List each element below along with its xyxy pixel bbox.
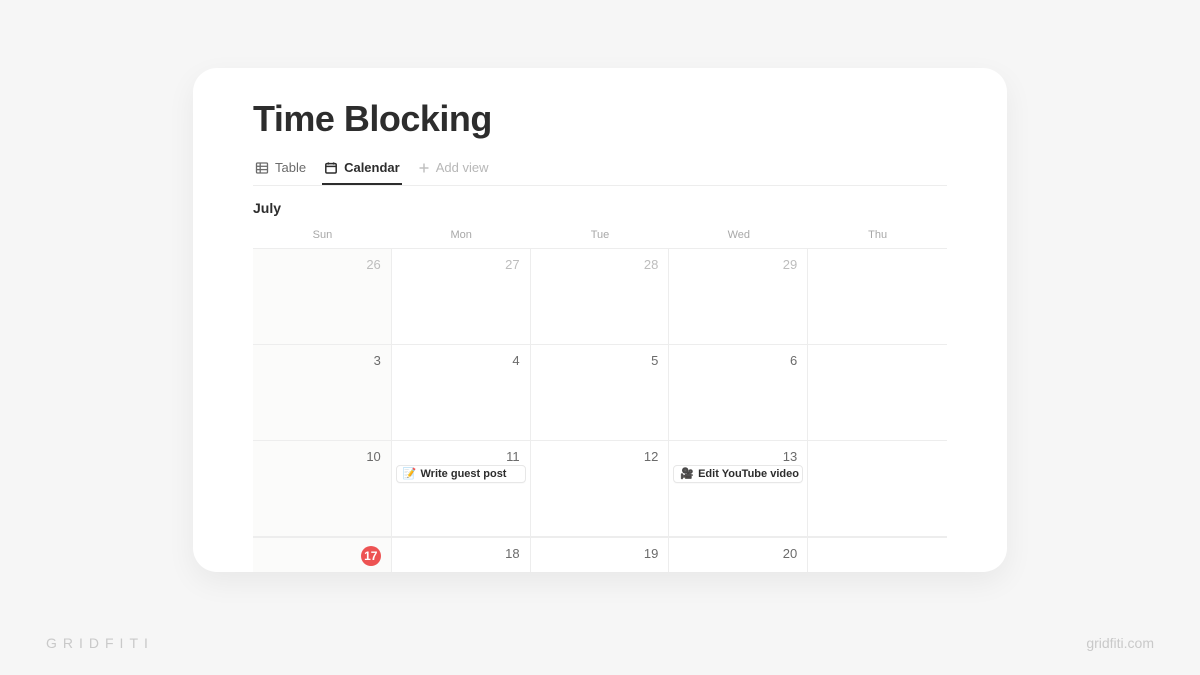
tab-table[interactable]: Table xyxy=(253,152,308,185)
day-number: 18 xyxy=(505,546,519,561)
page-title: Time Blocking xyxy=(253,98,947,140)
tab-calendar-label: Calendar xyxy=(344,160,400,175)
day-cell[interactable]: 3 xyxy=(253,345,392,441)
day-cell[interactable]: 19 xyxy=(531,538,670,572)
day-cell[interactable] xyxy=(808,345,947,441)
day-cell[interactable]: 29 xyxy=(669,249,808,345)
day-number-today: 17 xyxy=(361,546,381,566)
weekday-sun: Sun xyxy=(253,229,392,241)
weekday-tue: Tue xyxy=(531,229,670,241)
brand-site: gridfiti.com xyxy=(1086,635,1154,651)
day-number: 13 xyxy=(783,449,797,464)
day-number: 3 xyxy=(374,353,381,368)
day-number: 27 xyxy=(505,257,519,272)
event-title: Edit YouTube video xyxy=(698,468,799,480)
day-cell[interactable] xyxy=(808,538,947,572)
day-cell[interactable]: 12 xyxy=(531,441,670,537)
day-number: 5 xyxy=(651,353,658,368)
weekday-wed: Wed xyxy=(669,229,808,241)
weekday-thu: Thu xyxy=(808,229,947,241)
day-cell[interactable]: 4 xyxy=(392,345,531,441)
weekday-row: Sun Mon Tue Wed Thu xyxy=(253,222,947,248)
calendar-grid: 26 27 28 29 3 4 5 6 10 11 xyxy=(253,248,947,537)
day-number: 28 xyxy=(644,257,658,272)
tab-table-label: Table xyxy=(275,160,306,175)
camera-icon: 🎥 xyxy=(680,469,694,480)
day-cell[interactable]: 10 xyxy=(253,441,392,537)
calendar-grid-last-row: 17 18 19 20 xyxy=(253,537,947,572)
today-badge: 17 xyxy=(361,546,381,566)
app-card: Time Blocking Table xyxy=(193,68,1007,572)
month-label: July xyxy=(253,200,947,216)
day-cell[interactable]: 13 🎥 Edit YouTube video xyxy=(669,441,808,537)
tab-calendar[interactable]: Calendar xyxy=(322,152,402,185)
day-number: 19 xyxy=(644,546,658,561)
day-cell[interactable]: 6 xyxy=(669,345,808,441)
calendar-icon xyxy=(324,161,338,175)
table-icon xyxy=(255,161,269,175)
day-cell[interactable]: 28 xyxy=(531,249,670,345)
day-number: 6 xyxy=(790,353,797,368)
day-number: 26 xyxy=(366,257,380,272)
day-cell[interactable]: 17 xyxy=(253,538,392,572)
plus-icon xyxy=(418,162,430,174)
stage: Time Blocking Table xyxy=(0,0,1200,675)
day-cell[interactable]: 27 xyxy=(392,249,531,345)
weekday-mon: Mon xyxy=(392,229,531,241)
day-number: 10 xyxy=(366,449,380,464)
calendar: Sun Mon Tue Wed Thu 26 27 28 29 3 4 5 xyxy=(253,222,947,572)
calendar-event[interactable]: 🎥 Edit YouTube video xyxy=(673,465,803,483)
day-number: 12 xyxy=(644,449,658,464)
day-cell[interactable]: 20 xyxy=(669,538,808,572)
day-number: 29 xyxy=(783,257,797,272)
day-cell[interactable]: 11 📝 Write guest post xyxy=(392,441,531,537)
brand-wordmark: GRIDFITI xyxy=(46,635,154,651)
day-number: 4 xyxy=(512,353,519,368)
calendar-event[interactable]: 📝 Write guest post xyxy=(396,465,526,483)
day-cell[interactable]: 18 xyxy=(392,538,531,572)
day-number: 11 xyxy=(506,449,520,464)
event-title: Write guest post xyxy=(421,468,507,480)
view-tabs: Table Calendar Add vie xyxy=(253,152,947,186)
day-cell[interactable] xyxy=(808,249,947,345)
add-view-label: Add view xyxy=(436,160,489,175)
day-number: 20 xyxy=(783,546,797,561)
memo-icon: 📝 xyxy=(403,469,417,480)
day-cell[interactable]: 5 xyxy=(531,345,670,441)
day-cell[interactable] xyxy=(808,441,947,537)
content-wrapper: Time Blocking Table xyxy=(193,68,1007,572)
add-view-button[interactable]: Add view xyxy=(416,152,491,185)
day-cell[interactable]: 26 xyxy=(253,249,392,345)
